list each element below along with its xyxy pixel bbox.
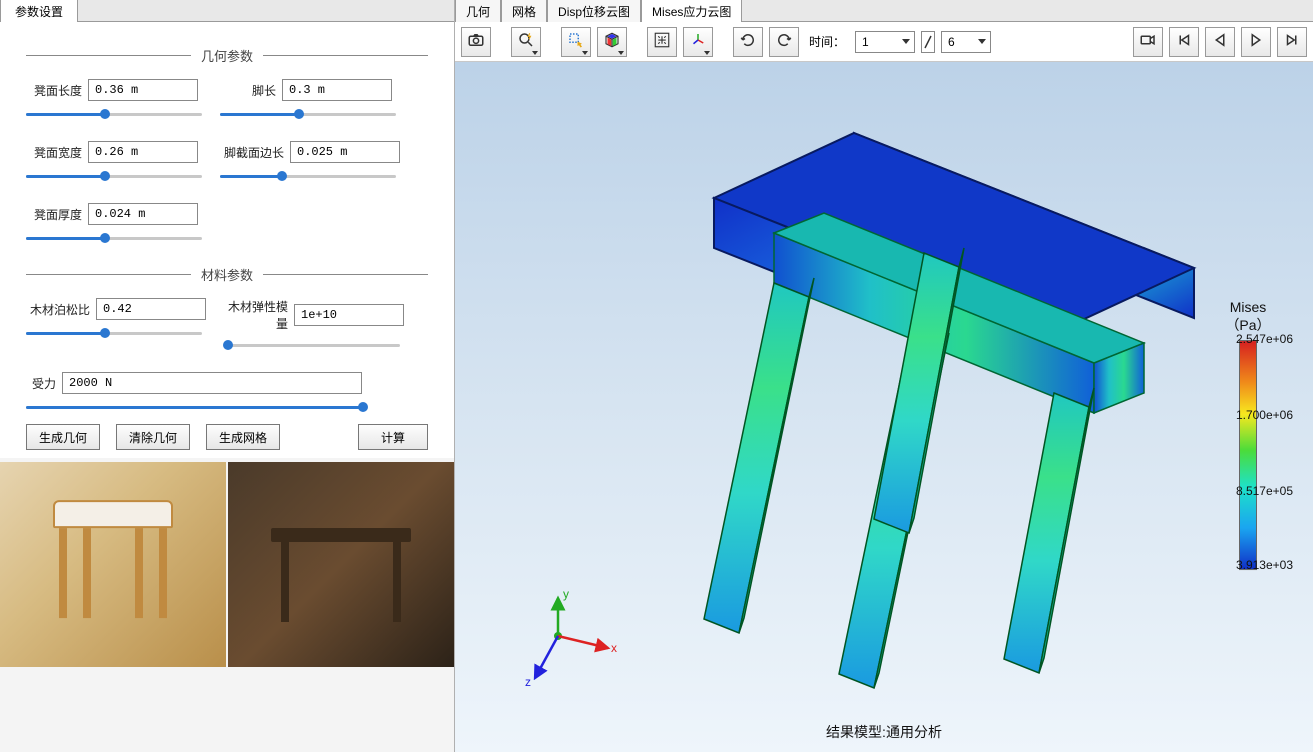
camera-icon — [467, 31, 485, 52]
input-force[interactable] — [62, 372, 362, 394]
slider-seat-width[interactable] — [26, 169, 202, 183]
label-leg-length: 脚长 — [220, 82, 276, 99]
slider-leg-section[interactable] — [220, 169, 396, 183]
axis-xyz-icon — [689, 31, 707, 52]
next-frame-button[interactable] — [1241, 27, 1271, 57]
legend-tick-1: 1.700e+06 — [1236, 408, 1293, 422]
legend-title: Mises （Pa） — [1203, 298, 1293, 334]
compute-button[interactable]: 计算 — [358, 424, 428, 450]
input-leg-length[interactable] — [282, 79, 392, 101]
slider-seat-thickness[interactable] — [26, 231, 202, 245]
slider-youngs[interactable] — [224, 338, 400, 352]
triangle-left-icon — [1211, 31, 1229, 52]
color-legend: Mises （Pa） 2.547e+06 1.700e+06 8.517e+05… — [1203, 298, 1293, 570]
viewport-panel: 几何 网格 Disp位移云图 Mises应力云图 时间： 1 6 — [455, 0, 1313, 752]
label-seat-width: 凳面宽度 — [26, 144, 82, 161]
label-leg-section: 脚截面边长 — [220, 144, 284, 161]
video-camera-icon — [1139, 31, 1157, 52]
time-value: 1 — [862, 35, 869, 49]
label-force: 受力 — [26, 375, 56, 392]
input-youngs[interactable] — [294, 304, 404, 326]
frame-divider — [921, 31, 935, 53]
input-poisson[interactable] — [96, 298, 206, 320]
magnifier-bolt-icon — [517, 31, 535, 52]
result-model-label: 结果模型:通用分析 — [826, 722, 942, 742]
slider-leg-length[interactable] — [220, 107, 396, 121]
axis-y-label: y — [563, 587, 569, 601]
tab-parameters[interactable]: 参数设置 — [0, 0, 78, 22]
fit-view-button[interactable] — [647, 27, 677, 57]
legend-title-2: （Pa） — [1225, 317, 1270, 333]
section-geometry: 几何参数 — [26, 46, 428, 65]
generate-mesh-button[interactable]: 生成网格 — [206, 424, 280, 450]
label-seat-thickness: 凳面厚度 — [26, 206, 82, 223]
selection-icon — [567, 31, 585, 52]
axis-z-label: z — [525, 675, 531, 689]
input-leg-section[interactable] — [290, 141, 400, 163]
param-body: 几何参数 凳面长度 脚长 — [0, 22, 454, 458]
fem-model — [564, 83, 1204, 703]
example-image-1 — [0, 462, 226, 667]
render-style-button[interactable] — [597, 27, 627, 57]
label-youngs: 木材弹性模量 — [224, 298, 288, 332]
rotate-cw-icon — [775, 31, 793, 52]
left-tabbar: 参数设置 — [0, 0, 454, 22]
example-image-2 — [228, 462, 454, 667]
rotate-cw-button[interactable] — [769, 27, 799, 57]
fit-icon — [653, 31, 671, 52]
tab-displacement[interactable]: Disp位移云图 — [547, 0, 641, 22]
section-material-label: 材料参数 — [191, 265, 263, 284]
legend-title-1: Mises — [1230, 299, 1267, 315]
input-seat-thickness[interactable] — [88, 203, 198, 225]
slider-force[interactable] — [26, 400, 366, 414]
input-seat-length[interactable] — [88, 79, 198, 101]
label-seat-length: 凳面长度 — [26, 82, 82, 99]
right-tabbar: 几何 网格 Disp位移云图 Mises应力云图 — [455, 0, 1313, 22]
prev-frame-button[interactable] — [1205, 27, 1235, 57]
legend-tick-min: 3.913e+03 — [1236, 558, 1293, 572]
axis-triad: y x z — [523, 586, 633, 696]
tab-mises[interactable]: Mises应力云图 — [641, 0, 742, 22]
skip-start-icon — [1175, 31, 1193, 52]
section-material: 材料参数 — [26, 265, 428, 284]
legend-tick-max: 2.547e+06 — [1236, 332, 1293, 346]
parameter-panel: 参数设置 几何参数 凳面长度 脚长 — [0, 0, 455, 752]
record-button[interactable] — [1133, 27, 1163, 57]
generate-geometry-button[interactable]: 生成几何 — [26, 424, 100, 450]
axis-x-label: x — [611, 641, 617, 655]
triangle-right-icon — [1247, 31, 1265, 52]
time-label: 时间： — [805, 33, 849, 50]
viewport-3d[interactable]: y x z 结果模型:通用分析 Mises （Pa） 2.547e+06 1.7… — [455, 62, 1313, 752]
section-geometry-label: 几何参数 — [191, 46, 263, 65]
example-images — [0, 462, 454, 667]
last-frame-button[interactable] — [1277, 27, 1307, 57]
slider-seat-length[interactable] — [26, 107, 202, 121]
axis-view-button[interactable] — [683, 27, 713, 57]
rotate-ccw-button[interactable] — [733, 27, 763, 57]
selection-mode-button[interactable] — [561, 27, 591, 57]
tab-geometry[interactable]: 几何 — [455, 0, 501, 22]
time-combo[interactable]: 1 — [855, 31, 915, 53]
slider-poisson[interactable] — [26, 326, 202, 340]
legend-tick-2: 8.517e+05 — [1236, 484, 1293, 498]
zoom-button[interactable] — [511, 27, 541, 57]
snapshot-button[interactable] — [461, 27, 491, 57]
frame-total-value: 6 — [948, 35, 955, 49]
frame-total[interactable]: 6 — [941, 31, 991, 53]
tab-mesh[interactable]: 网格 — [501, 0, 547, 22]
rotate-ccw-icon — [739, 31, 757, 52]
first-frame-button[interactable] — [1169, 27, 1199, 57]
cube-rainbow-icon — [603, 31, 621, 52]
viewport-toolbar: 时间： 1 6 — [455, 22, 1313, 62]
input-seat-width[interactable] — [88, 141, 198, 163]
clear-geometry-button[interactable]: 清除几何 — [116, 424, 190, 450]
skip-end-icon — [1283, 31, 1301, 52]
label-poisson: 木材泊松比 — [26, 301, 90, 318]
